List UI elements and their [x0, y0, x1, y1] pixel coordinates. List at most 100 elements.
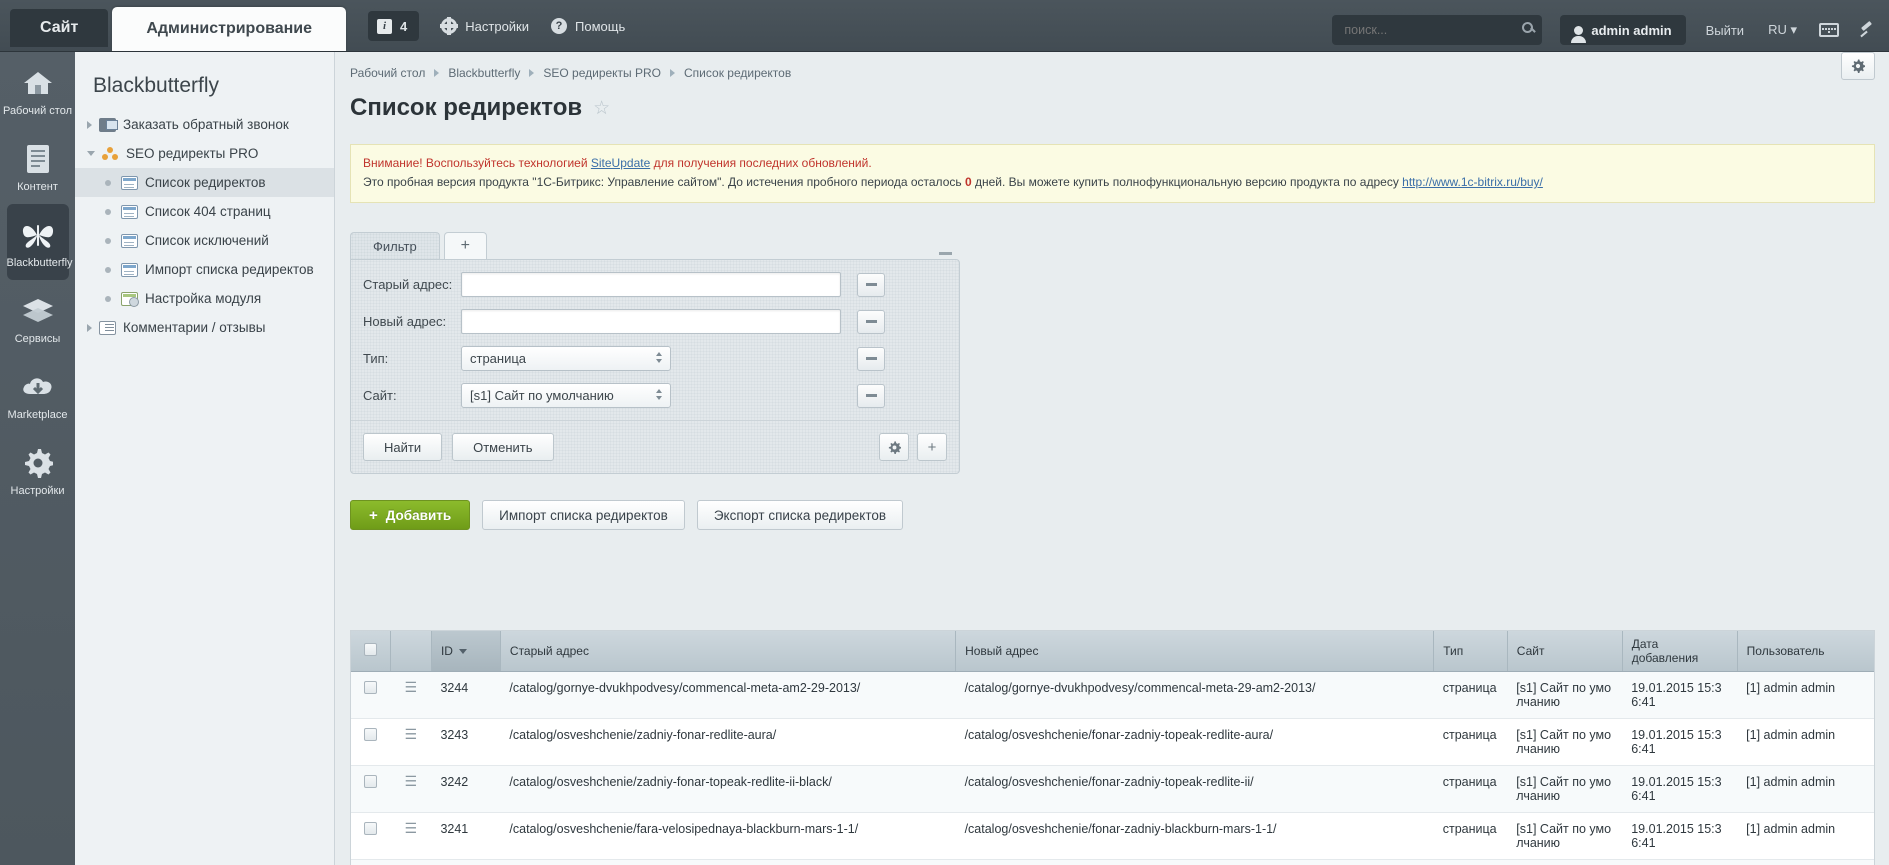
- menu-item-comments[interactable]: Комментарии / отзывы: [75, 313, 334, 342]
- menu-item-import-redirects[interactable]: Импорт списка редиректов: [75, 255, 334, 284]
- rail-item-marketplace[interactable]: Marketplace: [0, 356, 75, 432]
- column-header-site[interactable]: Сайт: [1507, 631, 1623, 672]
- table-row[interactable]: ☰ 3241 /catalog/osveshchenie/fara-velosi…: [351, 812, 1874, 860]
- gear-icon: [888, 440, 901, 454]
- row-checkbox[interactable]: [364, 728, 378, 741]
- row-menu-icon[interactable]: ☰: [404, 679, 417, 695]
- search-input[interactable]: [1342, 22, 1513, 38]
- rail-item-blackbutterfly[interactable]: Blackbutterfly: [6, 204, 73, 280]
- star-icon[interactable]: ☆: [593, 97, 610, 120]
- rail-item-content[interactable]: Контент: [0, 128, 75, 204]
- bullet-icon: [105, 266, 111, 273]
- tab-site[interactable]: Сайт: [10, 9, 109, 47]
- chevron-down-icon: [87, 151, 95, 156]
- old-address-input[interactable]: [462, 273, 840, 296]
- row-menu-icon[interactable]: ☰: [404, 820, 417, 836]
- breadcrumb: Рабочий стол Blackbutterfly SEO редирект…: [336, 52, 1889, 80]
- top-bar: Сайт Администрирование i 4 Настройки ? П…: [0, 0, 1889, 52]
- keyboard-icon[interactable]: [1819, 23, 1839, 37]
- row-menu-cell[interactable]: ☰: [390, 671, 432, 719]
- row-checkbox[interactable]: [364, 822, 378, 835]
- row-select-cell[interactable]: [351, 671, 391, 719]
- grid-settings-button[interactable]: [1841, 52, 1875, 80]
- tab-administration[interactable]: Администрирование: [112, 7, 347, 51]
- user-menu-button[interactable]: admin admin: [1560, 15, 1686, 45]
- menu-item-label: Список редиректов: [145, 175, 266, 190]
- table-row[interactable]: ☰ 3240 /catalog/osveshchenie/fara-velosi…: [351, 859, 1874, 865]
- row-menu-cell[interactable]: ☰: [390, 718, 432, 766]
- breadcrumb-item[interactable]: Список редиректов: [684, 66, 791, 80]
- table-row[interactable]: ☰ 3244 /catalog/gornye-dvukhpodvesy/comm…: [351, 671, 1874, 719]
- notifications-button[interactable]: i 4: [368, 11, 420, 41]
- row-menu-cell[interactable]: ☰: [390, 859, 432, 865]
- filter-tab[interactable]: Фильтр: [350, 232, 440, 259]
- add-filter-tab-button[interactable]: +: [443, 232, 488, 259]
- column-header-new-address[interactable]: Новый адрес: [955, 631, 1435, 672]
- logout-link[interactable]: Выйти: [1706, 23, 1745, 38]
- import-redirects-button[interactable]: Импорт списка редиректов: [482, 500, 685, 530]
- cell-site: [s1] Сайт по умолчанию: [1507, 718, 1623, 766]
- table-row[interactable]: ☰ 3243 /catalog/osveshchenie/zadniy-fona…: [351, 718, 1874, 766]
- add-button[interactable]: + Добавить: [350, 500, 471, 530]
- row-checkbox[interactable]: [364, 681, 378, 694]
- menu-item-404-list[interactable]: Список 404 страниц: [75, 197, 334, 226]
- menu-item-redirect-list[interactable]: Список редиректов: [75, 168, 334, 197]
- column-header-date[interactable]: Дата добавления: [1622, 631, 1738, 672]
- rail-item-settings[interactable]: Настройки: [0, 432, 75, 508]
- row-select-cell[interactable]: [351, 812, 391, 860]
- row-checkbox[interactable]: [364, 775, 378, 788]
- export-redirects-button[interactable]: Экспорт списка редиректов: [696, 500, 904, 530]
- cell-new-address: /catalog/osveshchenie/fonar-zadniy-topea…: [955, 765, 1434, 813]
- rail-item-services[interactable]: Сервисы: [0, 280, 75, 356]
- cell-type: страница: [1433, 859, 1508, 865]
- site-select[interactable]: [s1] Сайт по умолчанию: [461, 383, 671, 408]
- select-all-checkbox[interactable]: [363, 643, 377, 656]
- cancel-button[interactable]: Отменить: [452, 433, 554, 461]
- select-all-header[interactable]: [351, 631, 391, 672]
- menu-item-module-settings[interactable]: Настройка модуля: [75, 284, 334, 313]
- table-row[interactable]: ☰ 3242 /catalog/osveshchenie/zadniy-fona…: [351, 765, 1874, 813]
- row-menu-cell[interactable]: ☰: [390, 765, 432, 813]
- remove-filter-row-button[interactable]: [857, 309, 885, 334]
- settings-link[interactable]: Настройки: [440, 17, 529, 35]
- rail-item-desktop[interactable]: Рабочий стол: [0, 52, 75, 128]
- row-select-cell[interactable]: [351, 765, 391, 813]
- collapse-filter-icon[interactable]: [939, 252, 952, 255]
- new-address-input[interactable]: [462, 310, 840, 333]
- add-filter-button[interactable]: +: [917, 433, 947, 461]
- menu-item-exclusions-list[interactable]: Список исключений: [75, 226, 334, 255]
- remove-filter-row-button[interactable]: [857, 383, 885, 408]
- siteupdate-link[interactable]: SiteUpdate: [591, 156, 650, 170]
- filter-settings-button[interactable]: [879, 433, 909, 461]
- row-select-cell[interactable]: [351, 859, 391, 865]
- menu-item-seo-redirects[interactable]: SEO редиректы PRO: [75, 139, 334, 168]
- buy-link[interactable]: http://www.1c-bitrix.ru/buy/: [1402, 175, 1543, 189]
- cloud-download-icon: [0, 370, 75, 404]
- search-box[interactable]: [1332, 15, 1543, 45]
- column-header-old-address[interactable]: Старый адрес: [500, 631, 957, 672]
- breadcrumb-item[interactable]: Рабочий стол: [350, 66, 425, 80]
- column-header-id[interactable]: ID: [431, 631, 501, 672]
- remove-filter-row-button[interactable]: [857, 346, 885, 371]
- search-button[interactable]: Найти: [363, 433, 443, 461]
- pin-icon[interactable]: [1859, 22, 1875, 38]
- breadcrumb-item[interactable]: SEO редиректы PRO: [543, 66, 661, 80]
- page-icon: [121, 175, 138, 190]
- old-address-field[interactable]: [461, 272, 841, 297]
- menu-item-callback[interactable]: Заказать обратный звонок: [75, 110, 334, 139]
- cell-id: 3241: [431, 812, 501, 860]
- breadcrumb-item[interactable]: Blackbutterfly: [448, 66, 520, 80]
- rail-label: Настройки: [10, 485, 65, 497]
- row-menu-icon[interactable]: ☰: [404, 773, 417, 789]
- remove-filter-row-button[interactable]: [857, 272, 885, 297]
- row-menu-icon[interactable]: ☰: [404, 726, 417, 742]
- column-header-user[interactable]: Пользователь: [1737, 631, 1874, 672]
- row-menu-cell[interactable]: ☰: [390, 812, 432, 860]
- filter-row-site: Сайт: [s1] Сайт по умолчанию: [363, 383, 947, 408]
- type-select[interactable]: страница: [461, 346, 671, 371]
- row-select-cell[interactable]: [351, 718, 391, 766]
- language-selector[interactable]: RU ▾: [1768, 22, 1797, 38]
- help-link[interactable]: ? Помощь: [551, 18, 625, 34]
- column-header-type[interactable]: Тип: [1433, 631, 1508, 672]
- new-address-field[interactable]: [461, 309, 841, 334]
